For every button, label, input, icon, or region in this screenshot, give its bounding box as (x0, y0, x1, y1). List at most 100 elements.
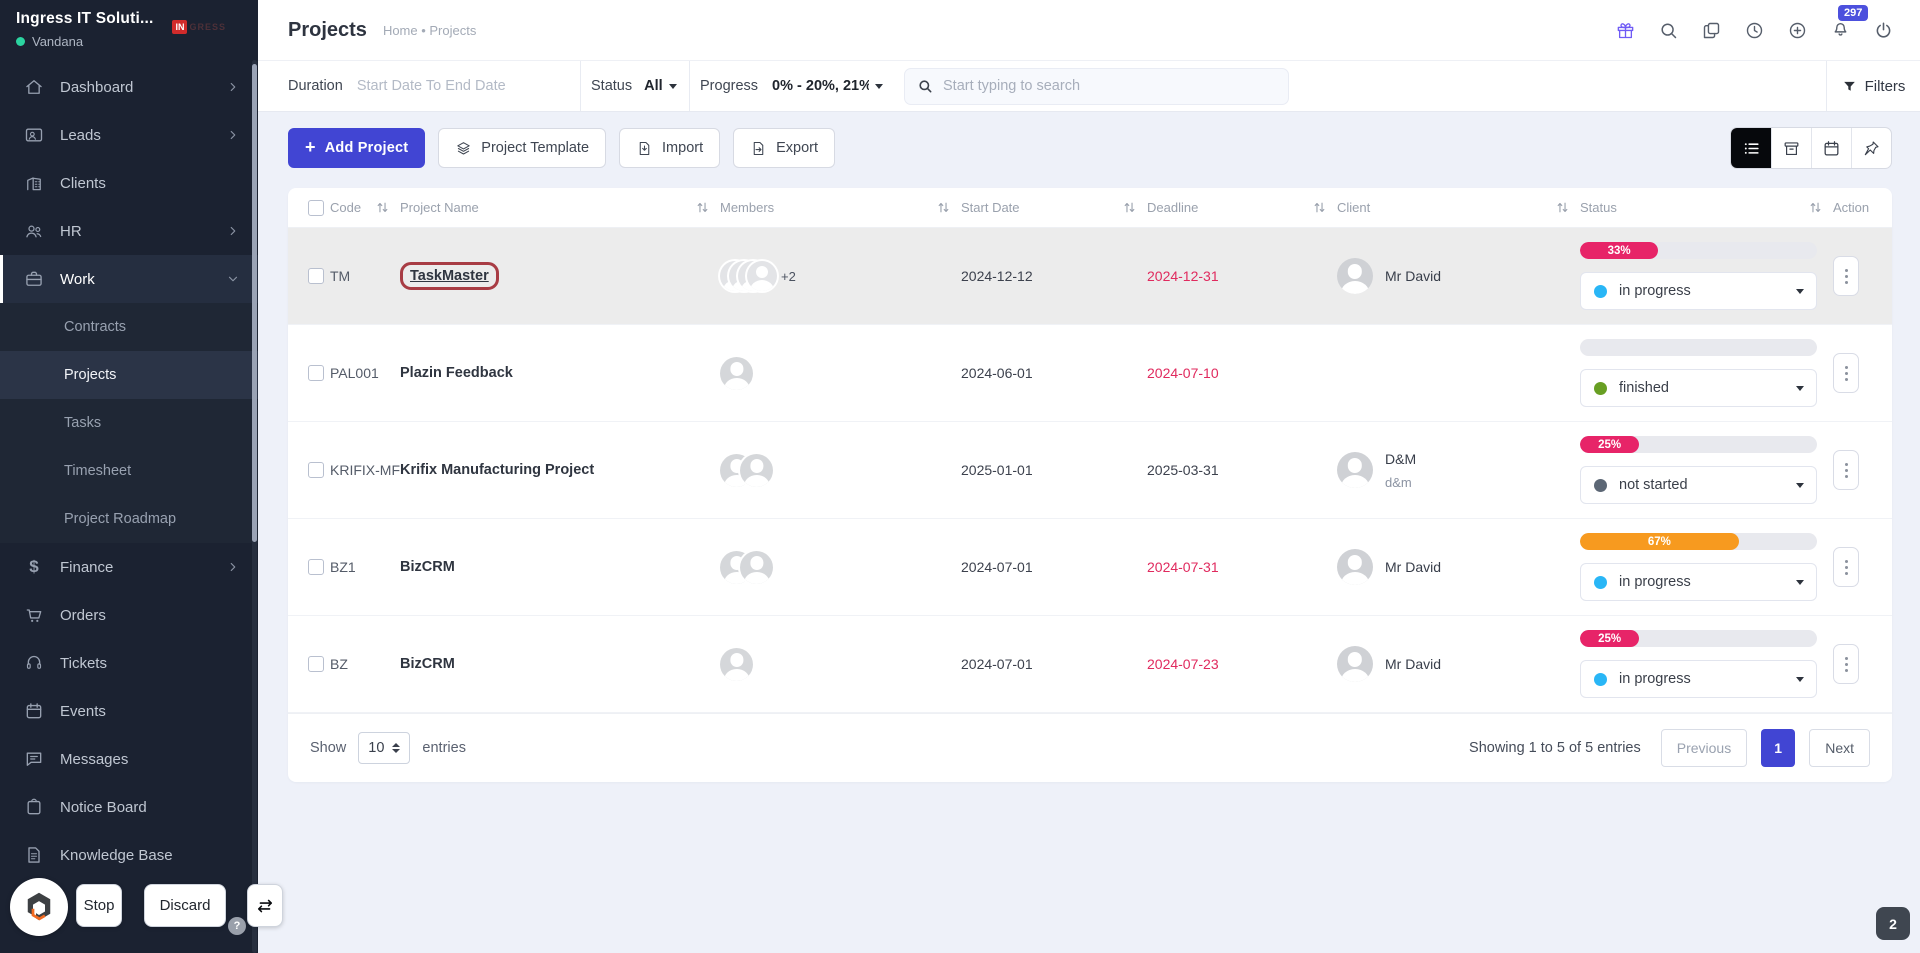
corner-count-badge[interactable]: 2 (1876, 907, 1910, 940)
duration-placeholder[interactable]: Start Date To End Date (357, 78, 506, 94)
sort-icon[interactable] (936, 200, 951, 215)
column-header-status[interactable]: Status (1580, 200, 1833, 215)
discard-button[interactable]: Discard (144, 884, 226, 927)
row-checkbox[interactable] (308, 268, 324, 284)
column-header-deadline[interactable]: Deadline (1147, 200, 1337, 215)
search-icon[interactable] (1658, 20, 1679, 41)
next-page-button[interactable]: Next (1809, 729, 1870, 767)
page-number-active[interactable]: 1 (1761, 729, 1796, 767)
row-checkbox[interactable] (308, 559, 324, 575)
project-name-link[interactable]: Plazin Feedback (400, 365, 513, 381)
page-size-select[interactable]: 10 (358, 732, 411, 764)
member-avatar[interactable] (740, 453, 773, 487)
row-actions-button[interactable] (1833, 644, 1859, 684)
progress-filter[interactable]: Progress 0% - 20%, 21% (690, 61, 890, 111)
sidebar-item-notice-board[interactable]: Notice Board (0, 783, 258, 831)
project-name-link[interactable]: BizCRM (400, 656, 455, 672)
column-header-project-name[interactable]: Project Name (400, 200, 720, 215)
client-avatar[interactable] (1337, 549, 1373, 585)
sidebar-item-messages[interactable]: Messages (0, 735, 258, 783)
sidebar-subitem-contracts[interactable]: Contracts (0, 303, 258, 351)
agent-logo[interactable] (10, 878, 68, 936)
select-all-checkbox[interactable] (308, 199, 324, 216)
sort-icon[interactable] (1122, 200, 1137, 215)
sort-icon[interactable] (695, 200, 710, 215)
sidebar-subitem-project-roadmap[interactable]: Project Roadmap (0, 495, 258, 543)
export-button[interactable]: Export (733, 128, 836, 168)
column-header-start-date[interactable]: Start Date (961, 200, 1147, 215)
sidebar-subitem-tasks[interactable]: Tasks (0, 399, 258, 447)
sidebar-item-work[interactable]: Work (0, 255, 258, 303)
time-log-icon[interactable] (1744, 20, 1765, 41)
deadline: 2025-03-31 (1147, 462, 1219, 478)
column-header-members[interactable]: Members (720, 200, 961, 215)
client-avatar[interactable] (1337, 452, 1373, 488)
sort-icon[interactable] (1555, 200, 1570, 215)
project-template-button[interactable]: Project Template (438, 128, 607, 168)
search-input[interactable] (943, 78, 1263, 94)
column-header-code[interactable]: Code (330, 200, 400, 215)
sidebar-item-dashboard[interactable]: Dashboard (0, 63, 258, 111)
sidebar-item-leads[interactable]: Leads (0, 111, 258, 159)
search-box[interactable] (904, 67, 1289, 105)
client-avatar[interactable] (1337, 258, 1373, 294)
add-project-button[interactable]: + Add Project (288, 128, 426, 168)
archive-view-toggle[interactable] (1771, 128, 1811, 168)
client-avatar[interactable] (1337, 646, 1373, 682)
row-actions-button[interactable] (1833, 353, 1859, 393)
sidebar-scrollbar-thumb[interactable] (252, 64, 257, 542)
previous-page-button[interactable]: Previous (1660, 729, 1748, 767)
status-dropdown[interactable]: not started (1580, 466, 1817, 504)
sidebar-item-finance[interactable]: $ Finance (0, 543, 258, 591)
sidebar-item-clients[interactable]: Clients (0, 159, 258, 207)
row-actions-button[interactable] (1833, 450, 1859, 490)
stop-button[interactable]: Stop (76, 884, 122, 927)
member-avatar[interactable] (720, 647, 753, 681)
bell-icon[interactable] (1830, 17, 1851, 38)
sort-icon[interactable] (375, 200, 390, 215)
help-badge[interactable]: ? (228, 917, 246, 935)
duration-filter[interactable]: Duration Start Date To End Date (258, 61, 580, 111)
member-avatar[interactable] (747, 261, 777, 291)
sidebar-subitem-timesheet[interactable]: Timesheet (0, 447, 258, 495)
status-dropdown[interactable]: in progress (1580, 660, 1817, 698)
status-value-dropdown[interactable]: All (644, 78, 677, 94)
list-view-toggle[interactable] (1731, 128, 1771, 168)
sidebar-scrollbar[interactable] (252, 60, 257, 953)
project-name-link[interactable]: TaskMaster (410, 268, 489, 284)
member-avatar[interactable] (720, 356, 753, 390)
row-actions-button[interactable] (1833, 547, 1859, 587)
sidebar-item-orders[interactable]: Orders (0, 591, 258, 639)
calendar-view-toggle[interactable] (1811, 128, 1851, 168)
sidebar-item-events[interactable]: Events (0, 687, 258, 735)
project-name-link[interactable]: Krifix Manufacturing Project (400, 462, 594, 478)
row-checkbox[interactable] (308, 462, 324, 478)
logout-icon[interactable] (1873, 20, 1894, 41)
gift-icon[interactable] (1615, 20, 1636, 41)
progress-value-dropdown[interactable]: 0% - 20%, 21% (772, 78, 884, 94)
row-actions-button[interactable] (1833, 256, 1859, 296)
status-dropdown[interactable]: in progress (1580, 563, 1817, 601)
member-avatar[interactable] (740, 550, 773, 584)
row-checkbox[interactable] (308, 365, 324, 381)
pinned-view-toggle[interactable] (1851, 128, 1891, 168)
sidebar-item-knowledge-base[interactable]: Knowledge Base (0, 831, 258, 879)
quick-add-icon[interactable] (1787, 20, 1808, 41)
sort-icon[interactable] (1312, 200, 1327, 215)
import-button[interactable]: Import (619, 128, 721, 168)
sidebar-item-hr[interactable]: HR (0, 207, 258, 255)
row-checkbox[interactable] (308, 656, 324, 672)
sort-icon[interactable] (1808, 200, 1823, 215)
status-dropdown[interactable]: in progress (1580, 272, 1817, 310)
sidebar-subitem-projects[interactable]: Projects (0, 351, 258, 399)
sidebar-item-tickets[interactable]: Tickets (0, 639, 258, 687)
notes-icon[interactable] (1701, 20, 1722, 41)
progress-label: Progress (700, 78, 759, 94)
status-dropdown[interactable]: finished (1580, 369, 1817, 407)
swap-button[interactable] (247, 884, 283, 927)
status-filter[interactable]: Status All (581, 61, 689, 111)
filters-button[interactable]: Filters (1826, 61, 1920, 111)
project-name-link[interactable]: BizCRM (400, 559, 455, 575)
column-header-client[interactable]: Client (1337, 200, 1580, 215)
notifications[interactable]: 297 (1830, 5, 1869, 43)
